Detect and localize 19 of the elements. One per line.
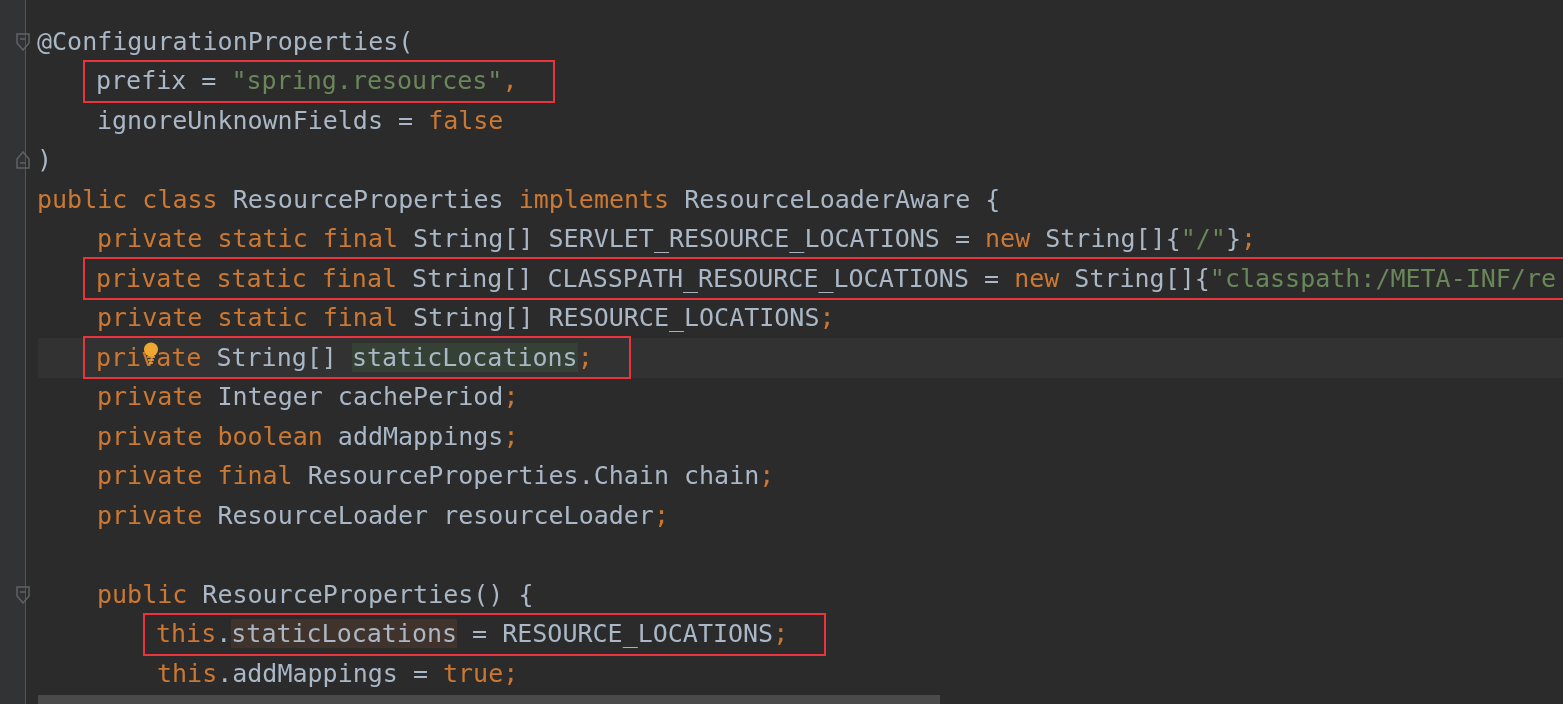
code-line: this.staticLocations = RESOURCE_LOCATIONS; xyxy=(156,618,789,651)
code-line: private final ResourceProperties.Chain chain; xyxy=(97,460,775,493)
code-line: public class ResourceProperties implements ResourceLoaderAware { xyxy=(37,183,1001,216)
code-line: private Integer cachePeriod; xyxy=(97,381,519,414)
horizontal-scrollbar[interactable] xyxy=(38,695,940,704)
code-line: ignoreUnknownFields = false xyxy=(97,104,504,137)
code-line: private boolean addMappings; xyxy=(97,420,519,453)
code-line: private ResourceLoader resourceLoader; xyxy=(97,499,669,532)
fold-icon[interactable] xyxy=(16,151,30,170)
code-line: public ResourceProperties() { xyxy=(97,578,534,611)
code-line: @ConfigurationProperties( xyxy=(37,25,414,58)
fold-icon[interactable] xyxy=(16,32,30,51)
code-line: private static final String[] RESOURCE_LOCATIONS; xyxy=(97,302,835,335)
code-line: private static final String[] CLASSPATH_RESOURCE_LOCATIONS = new String[]{"classpath:/META-INF/re xyxy=(96,262,1556,295)
code-line: private static final String[] SERVLET_RESOURCE_LOCATIONS = new String[]{"/"}; xyxy=(97,223,1256,256)
code-line: this.addMappings = true; xyxy=(157,657,519,690)
fold-icon[interactable] xyxy=(16,585,30,604)
code-line: ) xyxy=(37,144,53,177)
code-line: prefix = "spring.resources", xyxy=(96,65,518,98)
